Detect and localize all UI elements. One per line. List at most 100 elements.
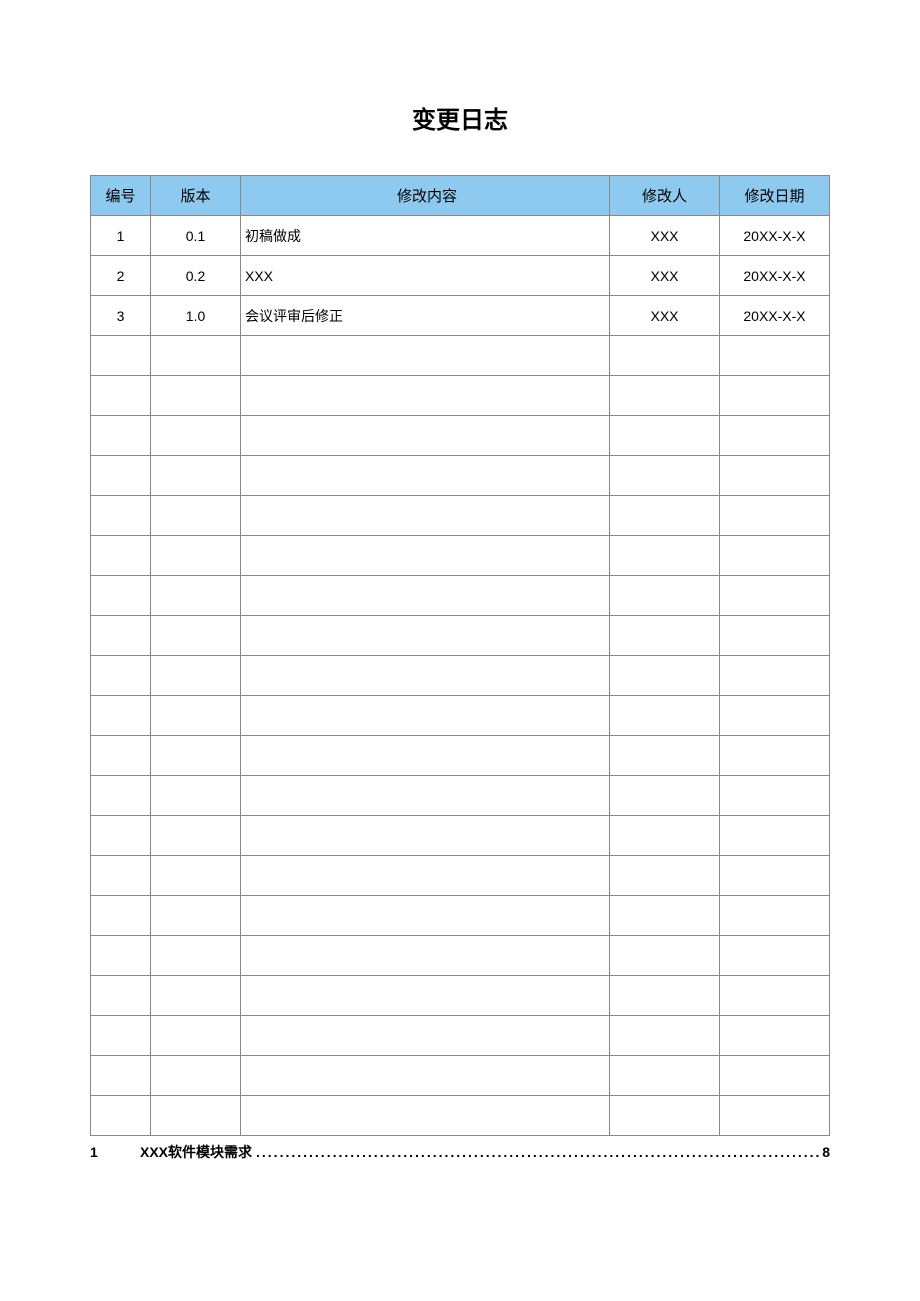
table-row [91,736,830,776]
cell-modifier [610,936,720,976]
table-row [91,1016,830,1056]
cell-version [151,816,241,856]
cell-version: 0.2 [151,256,241,296]
cell-modifier [610,896,720,936]
cell-modifier [610,336,720,376]
table-row [91,416,830,456]
cell-date: 20XX-X-X [720,216,830,256]
cell-version [151,736,241,776]
cell-date [720,696,830,736]
cell-id [91,736,151,776]
table-row: 20.2XXXXXX20XX-X-X [91,256,830,296]
table-row [91,336,830,376]
cell-id [91,856,151,896]
cell-content [241,1056,610,1096]
cell-date [720,616,830,656]
cell-modifier: XXX [610,296,720,336]
table-row [91,656,830,696]
cell-modifier [610,1016,720,1056]
cell-modifier [610,736,720,776]
cell-modifier [610,416,720,456]
cell-id: 2 [91,256,151,296]
cell-modifier [610,576,720,616]
cell-id [91,496,151,536]
table-header-row: 编号 版本 修改内容 修改人 修改日期 [91,176,830,216]
cell-id [91,376,151,416]
header-id: 编号 [91,176,151,216]
toc-dots [252,1144,822,1160]
cell-id [91,416,151,456]
toc-text: XXX软件模块需求 [140,1142,252,1162]
header-version: 版本 [151,176,241,216]
cell-modifier [610,1096,720,1136]
header-content: 修改内容 [241,176,610,216]
cell-modifier [610,616,720,656]
cell-id [91,976,151,1016]
cell-modifier [610,496,720,536]
changelog-table: 编号 版本 修改内容 修改人 修改日期 10.1初稿做成XXX20XX-X-X2… [90,175,830,1136]
cell-version [151,696,241,736]
cell-version [151,936,241,976]
cell-id: 1 [91,216,151,256]
cell-content: 初稿做成 [241,216,610,256]
table-row [91,616,830,656]
cell-date [720,336,830,376]
cell-version [151,896,241,936]
table-row [91,456,830,496]
cell-date [720,856,830,896]
cell-content [241,856,610,896]
cell-id [91,576,151,616]
cell-modifier: XXX [610,256,720,296]
cell-version [151,856,241,896]
cell-content [241,936,610,976]
table-row [91,776,830,816]
table-row [91,496,830,536]
table-row [91,536,830,576]
cell-modifier [610,816,720,856]
cell-date: 20XX-X-X [720,296,830,336]
cell-date [720,656,830,696]
cell-content: 会议评审后修正 [241,296,610,336]
cell-id [91,1096,151,1136]
toc-page: 8 [822,1144,830,1160]
cell-modifier [610,1056,720,1096]
table-row: 10.1初稿做成XXX20XX-X-X [91,216,830,256]
cell-modifier [610,536,720,576]
cell-id [91,696,151,736]
cell-version [151,776,241,816]
cell-date: 20XX-X-X [720,256,830,296]
cell-modifier: XXX [610,216,720,256]
table-row [91,976,830,1016]
cell-version [151,456,241,496]
cell-modifier [610,376,720,416]
cell-content [241,376,610,416]
cell-id [91,1056,151,1096]
cell-content [241,736,610,776]
table-row [91,816,830,856]
cell-date [720,456,830,496]
cell-content [241,1096,610,1136]
cell-content [241,816,610,856]
cell-id [91,776,151,816]
cell-date [720,936,830,976]
cell-content [241,536,610,576]
cell-date [720,736,830,776]
cell-version [151,1096,241,1136]
cell-version [151,976,241,1016]
cell-content [241,616,610,656]
cell-version [151,376,241,416]
cell-date [720,1016,830,1056]
cell-version [151,416,241,456]
cell-date [720,816,830,856]
toc-number: 1 [90,1144,140,1160]
table-row [91,696,830,736]
cell-id [91,1016,151,1056]
table-row [91,1096,830,1136]
cell-date [720,776,830,816]
cell-date [720,1056,830,1096]
page-title: 变更日志 [90,100,830,135]
cell-content [241,496,610,536]
cell-content [241,656,610,696]
cell-content [241,1016,610,1056]
cell-content [241,696,610,736]
